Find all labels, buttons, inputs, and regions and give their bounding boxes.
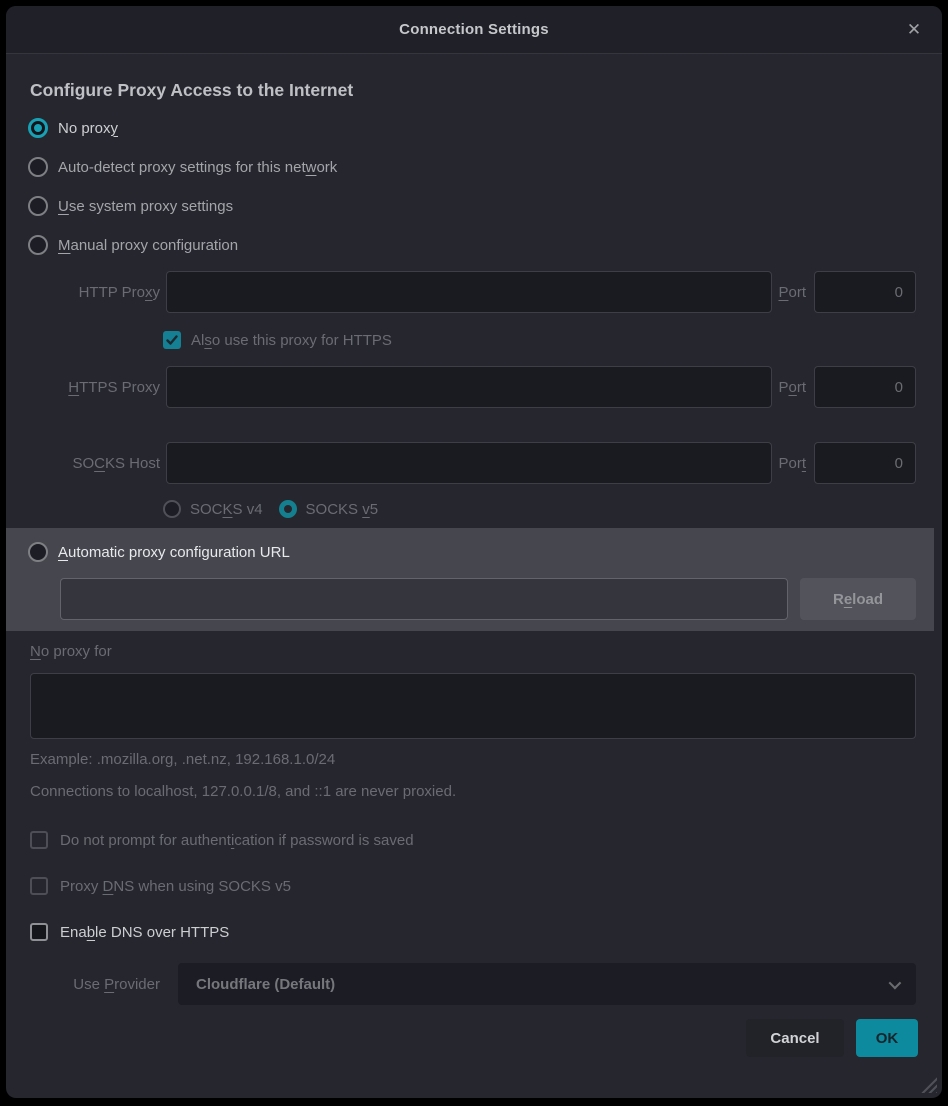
auto-detect-radio[interactable] [28,157,48,177]
enable-doh-row: Enable DNS over HTTPS [30,922,942,942]
proxy-dns-checkbox [30,877,48,895]
socks-v5-option: SOCKS v5 [279,500,379,518]
socks-port-label: Port [778,455,806,472]
no-proxy-for-textarea [30,673,916,739]
also-https-row: Also use this proxy for HTTPS [163,330,942,350]
https-port-label: Port [778,379,806,396]
radio-row-auto-url: Automatic proxy configuration URL [6,540,934,564]
socks-v5-radio [279,500,297,518]
socks-version-row: SOCKS v4 SOCKS v5 [163,498,942,520]
no-prompt-auth-label: Do not prompt for authentication if pass… [60,832,414,849]
doh-provider-select: Cloudflare (Default) [178,963,916,1005]
system-proxy-label: Use system proxy settings [58,198,233,215]
use-provider-label: Use Provider [30,976,160,993]
socks-port-input [814,442,916,484]
localhost-note: Connections to localhost, 127.0.0.1/8, a… [30,783,942,800]
no-proxy-example: Example: .mozilla.org, .net.nz, 192.168.… [30,751,942,768]
ok-button[interactable]: OK [856,1019,918,1057]
socks-v5-label: SOCKS v5 [306,501,379,518]
proxy-dns-label: Proxy DNS when using SOCKS v5 [60,878,291,895]
auto-proxy-url-section: Automatic proxy configuration URL Reload [6,528,934,631]
http-port-input [814,271,916,313]
http-proxy-label: HTTP Proxy [30,284,160,301]
manual-proxy-label: Manual proxy configuration [58,237,238,254]
http-proxy-row: HTTP Proxy Port [30,271,916,313]
system-proxy-radio[interactable] [28,196,48,216]
http-proxy-input [166,271,772,313]
manual-proxy-radio[interactable] [28,235,48,255]
proxy-dns-row: Proxy DNS when using SOCKS v5 [30,876,942,896]
also-https-checkbox [163,331,181,349]
doh-provider-row: Use Provider Cloudflare (Default) [30,963,916,1005]
no-proxy-for-label: No proxy for [30,643,942,663]
reload-button: Reload [800,578,916,620]
no-proxy-radio[interactable] [28,118,48,138]
radio-row-manual-proxy: Manual proxy configuration [6,233,942,257]
enable-doh-label: Enable DNS over HTTPS [60,924,229,941]
https-proxy-row: HTTPS Proxy Port [30,366,916,408]
no-proxy-label: No proxy [58,120,118,137]
also-https-label: Also use this proxy for HTTPS [191,332,392,349]
connection-settings-dialog: Connection Settings ✕ Configure Proxy Ac… [6,6,942,1098]
radio-row-system-proxy: Use system proxy settings [6,194,942,218]
doh-provider-value: Cloudflare (Default) [196,976,335,993]
auto-url-radio[interactable] [28,542,48,562]
checkmark-icon [166,334,178,346]
https-proxy-label: HTTPS Proxy [30,379,160,396]
chevron-down-icon [889,976,902,989]
https-proxy-input [166,366,772,408]
radio-row-auto-detect: Auto-detect proxy settings for this netw… [6,155,942,179]
enable-doh-checkbox[interactable] [30,923,48,941]
screen: Connection Settings ✕ Configure Proxy Ac… [0,0,948,1106]
dialog-footer: Cancel OK [6,1019,918,1057]
no-prompt-auth-row: Do not prompt for authentication if pass… [30,830,942,850]
socks-v4-radio [163,500,181,518]
auto-url-label: Automatic proxy configuration URL [58,544,290,561]
auto-url-input-row: Reload [60,578,916,620]
resize-grip[interactable] [920,1076,937,1093]
radio-row-no-proxy: No proxy [6,116,942,140]
auto-url-input [60,578,788,620]
socks-host-input [166,442,772,484]
dialog-title: Connection Settings [399,21,549,38]
auto-detect-label: Auto-detect proxy settings for this netw… [58,159,337,176]
page-title: Configure Proxy Access to the Internet [30,80,942,101]
http-port-label: Port [778,284,806,301]
cancel-button[interactable]: Cancel [746,1019,844,1057]
dialog-titlebar: Connection Settings ✕ [6,6,942,54]
socks-v4-option: SOCKS v4 [163,500,263,518]
socks-v4-label: SOCKS v4 [190,501,263,518]
close-icon[interactable]: ✕ [902,18,926,42]
https-port-input [814,366,916,408]
no-prompt-auth-checkbox [30,831,48,849]
socks-host-row: SOCKS Host Port [30,442,916,484]
socks-host-label: SOCKS Host [30,455,160,472]
